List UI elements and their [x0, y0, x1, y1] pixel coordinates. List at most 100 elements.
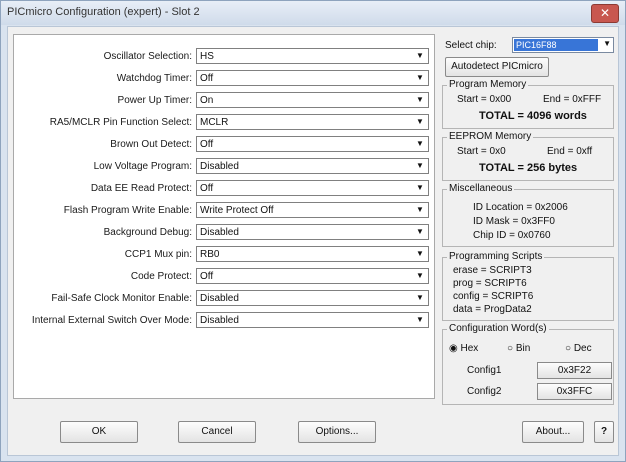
- setting-row: RA5/MCLR Pin Function Select: MCLR ▼: [14, 114, 434, 132]
- setting-dropdown[interactable]: Off ▼: [196, 268, 429, 284]
- group-title: Program Memory: [447, 79, 529, 90]
- config-word-value[interactable]: 0x3FFC: [537, 383, 612, 400]
- chip-label: Select chip:: [445, 40, 497, 51]
- setting-dropdown[interactable]: HS ▼: [196, 48, 429, 64]
- radio-label: Dec: [573, 343, 592, 354]
- setting-label: Code Protect:: [130, 271, 192, 282]
- chevron-down-icon: ▼: [413, 116, 427, 128]
- setting-value: RB0: [200, 249, 220, 260]
- setting-row: Fail-Safe Clock Monitor Enable: Disabled…: [14, 290, 434, 308]
- program-total: TOTAL = 4096 words: [479, 110, 587, 122]
- eeprom-total: TOTAL = 256 bytes: [479, 162, 578, 174]
- chevron-down-icon: ▼: [413, 248, 427, 260]
- setting-label: Data EE Read Protect:: [90, 183, 192, 194]
- setting-label: Oscillator Selection:: [103, 51, 192, 62]
- ok-button[interactable]: OK: [60, 421, 138, 443]
- script-data: data = ProgData2: [453, 304, 532, 315]
- chevron-down-icon: ▼: [413, 72, 427, 84]
- id-location: ID Location = 0x2006: [473, 202, 568, 213]
- setting-value: Disabled: [200, 293, 239, 304]
- config-word-value[interactable]: 0x3F22: [537, 362, 612, 379]
- radio-label: Bin: [515, 343, 531, 354]
- close-icon: ✕: [599, 6, 611, 20]
- chip-value: PIC16F88: [514, 39, 598, 51]
- radio-unselected-icon: ○: [565, 343, 572, 354]
- window-title: PICmicro Configuration (expert) - Slot 2: [7, 6, 200, 18]
- setting-label: Low Voltage Program:: [93, 161, 192, 172]
- programming-scripts-group: Programming Scripts erase = SCRIPT3 prog…: [442, 251, 614, 321]
- setting-label: Power Up Timer:: [117, 95, 192, 106]
- chevron-down-icon: ▼: [413, 270, 427, 282]
- eeprom-end: End = 0xff: [547, 146, 593, 157]
- setting-label: Brown Out Detect:: [110, 139, 192, 150]
- device-info-column: Select chip: PIC16F88 ▼ Autodetect PICmi…: [442, 35, 616, 405]
- config-words-group: Configuration Word(s) ◉ Hex ○ Bin ○ Dec …: [442, 323, 614, 405]
- radio-hex[interactable]: ◉ Hex: [449, 343, 478, 354]
- radio-bin[interactable]: ○ Bin: [507, 343, 530, 354]
- about-button[interactable]: About...: [522, 421, 584, 443]
- setting-row: Flash Program Write Enable: Write Protec…: [14, 202, 434, 220]
- setting-dropdown[interactable]: Write Protect Off ▼: [196, 202, 429, 218]
- chevron-down-icon: ▼: [413, 138, 427, 150]
- radio-label: Hex: [460, 343, 479, 354]
- group-title: Programming Scripts: [447, 251, 545, 262]
- dialog-body: Oscillator Selection: HS ▼ Watchdog Timer…: [7, 26, 619, 456]
- misc-group: Miscellaneous ID Location = 0x2006 ID Ma…: [442, 183, 614, 247]
- chevron-down-icon: ▼: [413, 50, 427, 62]
- cancel-button[interactable]: Cancel: [178, 421, 256, 443]
- setting-dropdown[interactable]: Disabled ▼: [196, 312, 429, 328]
- chevron-down-icon: ▼: [413, 314, 427, 326]
- config-word-label: Config1: [467, 365, 502, 376]
- chevron-down-icon: ▼: [413, 204, 427, 216]
- script-config: config = SCRIPT6: [453, 291, 534, 302]
- group-title: EEPROM Memory: [447, 131, 534, 142]
- radio-selected-icon: ◉: [449, 343, 458, 354]
- setting-dropdown[interactable]: On ▼: [196, 92, 429, 108]
- group-title: Configuration Word(s): [447, 323, 549, 334]
- setting-dropdown[interactable]: MCLR ▼: [196, 114, 429, 130]
- chevron-down-icon: ▼: [413, 94, 427, 106]
- setting-row: Watchdog Timer: Off ▼: [14, 70, 434, 88]
- setting-dropdown[interactable]: Off ▼: [196, 136, 429, 152]
- program-end: End = 0xFFF: [543, 94, 602, 105]
- setting-value: Disabled: [200, 161, 239, 172]
- radio-dec[interactable]: ○ Dec: [565, 343, 592, 354]
- setting-value: Disabled: [200, 227, 239, 238]
- config-word-label: Config2: [467, 386, 502, 397]
- autodetect-button[interactable]: Autodetect PICmicro: [445, 57, 549, 77]
- setting-row: Oscillator Selection: HS ▼: [14, 48, 434, 66]
- setting-dropdown[interactable]: RB0 ▼: [196, 246, 429, 262]
- chevron-down-icon: ▼: [603, 39, 611, 48]
- setting-label: Flash Program Write Enable:: [63, 205, 192, 216]
- radio-unselected-icon: ○: [507, 343, 514, 354]
- chip-select[interactable]: PIC16F88 ▼: [512, 37, 614, 53]
- setting-label: Background Debug:: [103, 227, 192, 238]
- setting-row: Power Up Timer: On ▼: [14, 92, 434, 110]
- setting-value: Disabled: [200, 315, 239, 326]
- options-button[interactable]: Options...: [298, 421, 376, 443]
- setting-dropdown[interactable]: Off ▼: [196, 70, 429, 86]
- setting-dropdown[interactable]: Disabled ▼: [196, 224, 429, 240]
- setting-label: Fail-Safe Clock Monitor Enable:: [51, 293, 192, 304]
- setting-row: CCP1 Mux pin: RB0 ▼: [14, 246, 434, 264]
- script-erase: erase = SCRIPT3: [453, 265, 532, 276]
- setting-value: Off: [200, 183, 214, 194]
- setting-dropdown[interactable]: Off ▼: [196, 180, 429, 196]
- setting-dropdown[interactable]: Disabled ▼: [196, 290, 429, 306]
- setting-row: Code Protect: Off ▼: [14, 268, 434, 286]
- button-bar: OK Cancel Options... About... ?: [8, 405, 618, 455]
- chip-id: Chip ID = 0x0760: [473, 230, 551, 241]
- setting-value: MCLR: [200, 117, 229, 128]
- chevron-down-icon: ▼: [413, 226, 427, 238]
- help-button[interactable]: ?: [594, 421, 614, 443]
- setting-value: Off: [200, 139, 214, 150]
- eeprom-start: Start = 0x0: [457, 146, 506, 157]
- chevron-down-icon: ▼: [413, 292, 427, 304]
- settings-panel: Oscillator Selection: HS ▼ Watchdog Timer…: [13, 34, 435, 399]
- setting-value: Off: [200, 73, 214, 84]
- setting-dropdown[interactable]: Disabled ▼: [196, 158, 429, 174]
- setting-label: Watchdog Timer:: [116, 73, 192, 84]
- chevron-down-icon: ▼: [413, 160, 427, 172]
- close-button[interactable]: ✕: [591, 4, 619, 23]
- chevron-down-icon: ▼: [413, 182, 427, 194]
